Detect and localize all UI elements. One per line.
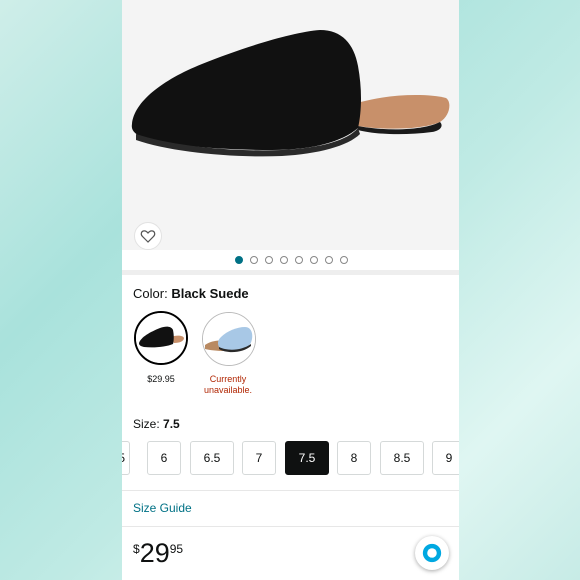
- image-pagination-dots: [122, 256, 459, 266]
- pagination-dot[interactable]: [340, 256, 348, 264]
- size-value: 7.5: [163, 417, 180, 431]
- size-option-button[interactable]: 8: [337, 441, 371, 475]
- shoe-image: [122, 0, 459, 250]
- color-selection-label: Color: Black Suede: [133, 286, 249, 301]
- size-option-button[interactable]: 8.5: [380, 441, 424, 475]
- section-divider: [122, 270, 459, 275]
- pagination-dot[interactable]: [295, 256, 303, 264]
- price-currency-symbol: $: [133, 542, 140, 556]
- pagination-dot[interactable]: [280, 256, 288, 264]
- divider: [122, 490, 459, 491]
- pagination-dot[interactable]: [310, 256, 318, 264]
- price-whole: 29: [139, 538, 170, 568]
- swatch-unavailable-status: Currently unavailable.: [203, 374, 253, 395]
- size-selection-label: Size: 7.5: [133, 417, 180, 431]
- swatch-light-blue-denim[interactable]: [202, 312, 256, 366]
- size-label: Size:: [133, 417, 160, 431]
- price-fraction: 95: [169, 542, 184, 556]
- blue-shoe-thumbnail: [203, 313, 255, 365]
- size-option-button[interactable]: 7.5: [285, 441, 329, 475]
- color-label: Color:: [133, 286, 168, 301]
- divider: [122, 526, 459, 527]
- pagination-dot[interactable]: [235, 256, 243, 264]
- product-page: Color: Black Suede $29.95 Currently unav…: [122, 0, 459, 580]
- size-option-button[interactable]: 9: [432, 441, 459, 475]
- alexa-icon: [422, 543, 442, 563]
- color-value: Black Suede: [171, 286, 249, 301]
- alexa-assistant-button[interactable]: [415, 536, 449, 570]
- size-option-button[interactable]: 5: [122, 441, 130, 475]
- product-price: $2995: [133, 538, 183, 569]
- pagination-dot[interactable]: [325, 256, 333, 264]
- pagination-dot[interactable]: [250, 256, 258, 264]
- pagination-dot[interactable]: [265, 256, 273, 264]
- size-option-button[interactable]: 6: [147, 441, 181, 475]
- wishlist-heart-button[interactable]: [134, 222, 162, 250]
- size-option-button[interactable]: 7: [242, 441, 276, 475]
- swatch-black-suede[interactable]: [134, 311, 188, 365]
- size-options-row: 56 6.57 7.58 8.59: [122, 441, 459, 477]
- swatch-price: $29.95: [147, 374, 175, 384]
- product-image[interactable]: [122, 0, 459, 250]
- size-option-button[interactable]: 6.5: [190, 441, 234, 475]
- black-shoe-thumbnail: [136, 313, 186, 363]
- heart-icon: [140, 230, 156, 243]
- size-guide-link[interactable]: Size Guide: [133, 501, 192, 515]
